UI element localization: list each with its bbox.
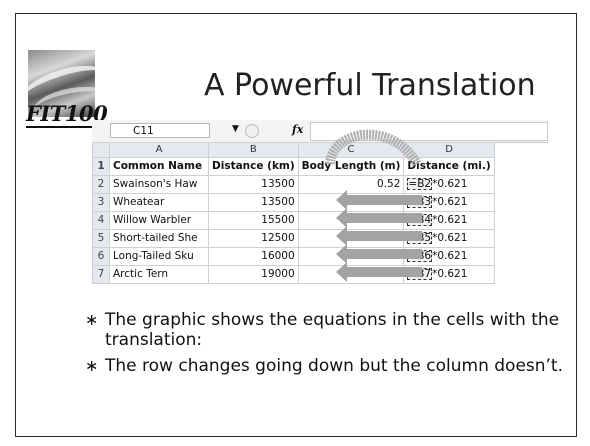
bullet-text: The graphic shows the equations in the c… [105, 310, 560, 350]
formula-bar: C11 ▼ fx [92, 120, 548, 143]
cell[interactable]: Distance (mi.) [403, 157, 495, 176]
chevron-down-icon[interactable]: ▼ [232, 124, 239, 134]
cell[interactable]: Swainson's Haw [109, 175, 209, 194]
table-row: 6 Long-Tailed Sku 16000 0.51 =B6*0.621 [92, 247, 495, 266]
table-row: 4 Willow Warbler 15500 0.11 =B4*0.621 [92, 211, 495, 230]
column-header-c[interactable]: C [297, 142, 405, 158]
cell[interactable]: Common Name [109, 157, 209, 176]
table-row: 7 Arctic Tern 19000 0.35 =B7*0.621 [92, 265, 495, 284]
bullet-list: ∗ The graphic shows the equations in the… [85, 310, 565, 382]
cell[interactable]: 13500 [208, 193, 299, 212]
cell[interactable]: Body Length (m) [297, 157, 405, 176]
formula-text: *0.621 [432, 214, 468, 226]
spreadsheet-screenshot: C11 ▼ fx A B C D 1 Common Name Distance … [92, 120, 548, 304]
formula-text: *0.621 [432, 178, 468, 190]
cell-reference: =B3 [407, 196, 433, 208]
cell[interactable]: 0.11 [297, 211, 405, 230]
row-header[interactable]: 1 [92, 157, 110, 176]
table-row: 5 Short-tailed She 12500 0.43 =B5*0.621 [92, 229, 495, 248]
cell[interactable]: Willow Warbler [109, 211, 209, 230]
cell[interactable]: =B3*0.621 [403, 193, 495, 212]
cell[interactable]: 0.52 [297, 175, 405, 194]
bullet-text: The row changes going down but the colum… [105, 356, 564, 376]
cell[interactable]: 16000 [208, 247, 299, 266]
bullet-marker: ∗ [85, 310, 99, 329]
formula-input[interactable] [310, 122, 548, 141]
table-row: 3 Wheatear 13500 0.16 =B3*0.621 [92, 193, 495, 212]
cell[interactable]: =B4*0.621 [403, 211, 495, 230]
name-box[interactable]: C11 [110, 123, 210, 138]
row-header[interactable]: 7 [92, 265, 110, 284]
bullet-marker: ∗ [85, 356, 99, 375]
slide-title: A Powerful Translation [204, 68, 536, 103]
cancel-circle-icon [245, 124, 259, 138]
row-header[interactable]: 2 [92, 175, 110, 194]
cell[interactable]: 0.43 [297, 229, 405, 248]
formula-text: *0.621 [432, 250, 468, 262]
row-header[interactable]: 5 [92, 229, 110, 248]
cell[interactable]: =B5*0.621 [403, 229, 495, 248]
cell[interactable]: Long-Tailed Sku [109, 247, 209, 266]
cell[interactable]: 0.16 [297, 193, 405, 212]
column-header-d[interactable]: D [403, 142, 495, 158]
row-header[interactable]: 4 [92, 211, 110, 230]
function-icon[interactable]: fx [292, 123, 303, 136]
cell[interactable]: Distance (km) [208, 157, 299, 176]
formula-text: *0.621 [432, 232, 468, 244]
column-header-a[interactable]: A [109, 142, 209, 158]
table-row: 2 Swainson's Haw 13500 0.52 =B2*0.621 [92, 175, 495, 194]
cell-reference: =B4 [407, 214, 433, 226]
column-header-row: A B C D [92, 142, 495, 158]
cell-reference: =B5 [407, 232, 433, 244]
row-header[interactable]: 6 [92, 247, 110, 266]
cell-reference: =B6 [407, 250, 433, 262]
cell[interactable]: Wheatear [109, 193, 209, 212]
cell[interactable]: Short-tailed She [109, 229, 209, 248]
list-item: ∗ The row changes going down but the col… [85, 356, 565, 376]
cell[interactable]: 0.51 [297, 247, 405, 266]
select-all-corner[interactable] [92, 142, 110, 158]
cell[interactable]: 15500 [208, 211, 299, 230]
formula-text: *0.621 [432, 268, 468, 280]
cell-grid: A B C D 1 Common Name Distance (km) Body… [92, 142, 495, 284]
cell[interactable]: 12500 [208, 229, 299, 248]
list-item: ∗ The graphic shows the equations in the… [85, 310, 565, 350]
row-header[interactable]: 3 [92, 193, 110, 212]
cell[interactable]: 0.35 [297, 265, 405, 284]
cell[interactable]: 19000 [208, 265, 299, 284]
column-header-b[interactable]: B [208, 142, 299, 158]
cell[interactable]: =B7*0.621 [403, 265, 495, 284]
cell-reference: =B7 [407, 268, 433, 280]
cell[interactable]: Arctic Tern [109, 265, 209, 284]
cell[interactable]: =B2*0.621 [403, 175, 495, 194]
formula-text: *0.621 [432, 196, 468, 208]
cell-reference: =B2 [407, 178, 433, 190]
table-row: 1 Common Name Distance (km) Body Length … [92, 157, 495, 176]
cell[interactable]: 13500 [208, 175, 299, 194]
cell[interactable]: =B6*0.621 [403, 247, 495, 266]
